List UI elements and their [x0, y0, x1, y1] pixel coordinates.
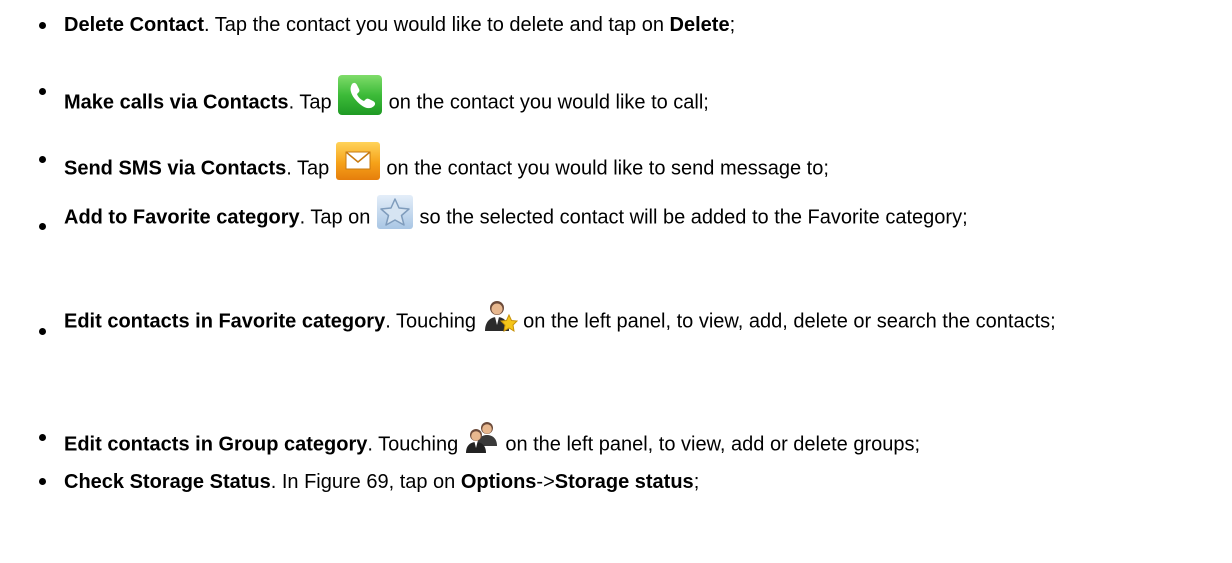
item-title: Delete Contact	[64, 14, 205, 36]
item-text: Edit contacts in Favorite category. Touc…	[64, 301, 1204, 339]
bullet	[39, 478, 46, 485]
bullet	[39, 434, 46, 441]
item-text: Check Storage Status. In Figure 69, tap …	[64, 471, 700, 493]
item-title: Send SMS via Contacts	[64, 157, 287, 180]
item-text: Edit contacts in Group category. Touchin…	[64, 422, 1204, 462]
star-icon	[376, 194, 414, 230]
bullet	[39, 223, 46, 230]
item-text: Send SMS via Contacts. Tap on the contac…	[64, 142, 1204, 189]
item-title: Edit contacts in Favorite category	[64, 310, 386, 333]
bullet	[39, 328, 46, 335]
item-text: Add to Favorite category. Tap on so the …	[64, 195, 1204, 236]
envelope-icon	[335, 141, 381, 181]
phone-icon	[337, 74, 383, 116]
bullet	[39, 156, 46, 163]
item-title: Edit contacts in Group category	[64, 433, 368, 456]
item-title: Make calls via Contacts	[64, 91, 289, 114]
item-text: Delete Contact. Tap the contact you woul…	[64, 14, 736, 36]
group-contacts-icon	[464, 420, 500, 454]
item-title: Add to Favorite category	[64, 206, 300, 229]
favorite-contact-icon	[482, 299, 518, 333]
bullet	[39, 22, 46, 29]
item-title: Check Storage Status	[64, 471, 271, 493]
bullet	[39, 88, 46, 95]
item-text: Make calls via Contacts. Tap on the cont…	[64, 75, 1204, 124]
